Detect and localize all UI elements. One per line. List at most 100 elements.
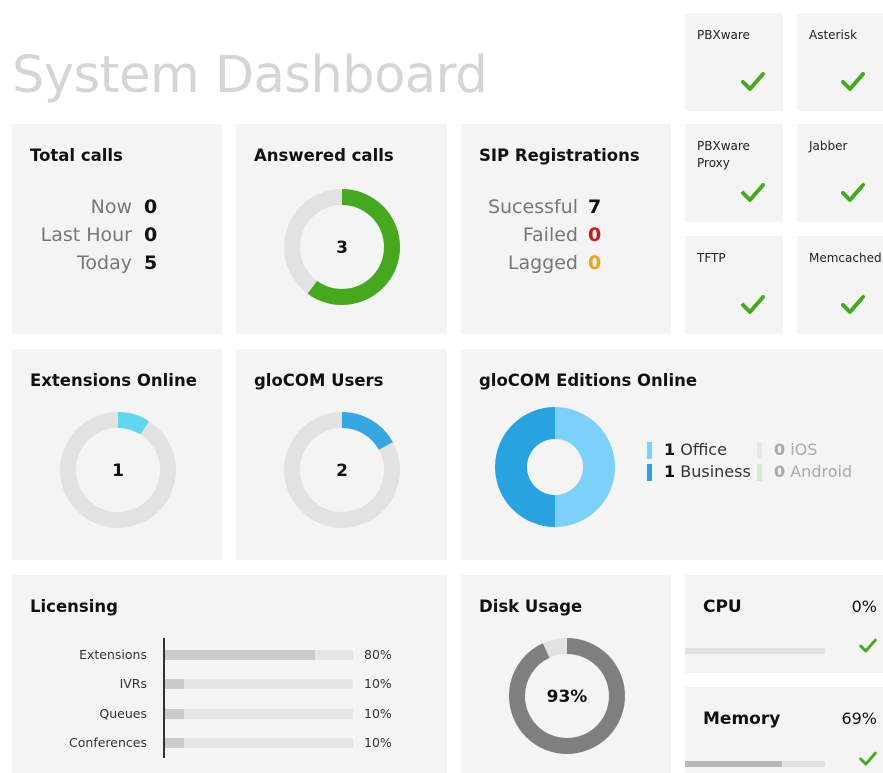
page-title: System Dashboard: [12, 46, 488, 105]
card-title: SIP Registrations: [479, 146, 640, 165]
answered-calls-donut: 3: [284, 189, 400, 305]
memory-meter-track: [685, 761, 825, 767]
glocom-editions-donut: [495, 407, 615, 527]
answered-calls-card[interactable]: Answered calls 3: [236, 124, 447, 334]
service-card-pbxware[interactable]: PBXware: [685, 13, 783, 111]
stat-row-successful: Sucessful 7: [461, 196, 671, 220]
service-name: Asterisk: [809, 28, 858, 42]
legend-label: iOS: [790, 440, 818, 459]
memory-value: 69%: [841, 709, 877, 728]
stat-label: Last Hour: [40, 224, 132, 246]
licensing-bar-track: [165, 650, 353, 660]
legend-count: 1: [664, 440, 676, 459]
disk-usage-donut: 93%: [509, 638, 625, 754]
service-name: PBXware Proxy: [697, 139, 750, 170]
licensing-label: Queues: [99, 706, 147, 721]
legend-label: Office: [680, 440, 727, 459]
legend-office: 1 Office: [647, 440, 727, 459]
legend-android: 0 Android: [757, 462, 852, 481]
stat-value: 5: [144, 252, 158, 274]
disk-usage-card[interactable]: Disk Usage 93%: [461, 575, 671, 773]
service-name: PBXware: [697, 28, 750, 42]
donut-value: 1: [112, 461, 124, 481]
stat-row-last-hour: Last Hour 0: [12, 224, 222, 248]
legend-swatch: [757, 442, 762, 459]
donut-slice-business: [495, 407, 555, 527]
card-title: Memory: [703, 709, 781, 729]
donut-value: 3: [336, 238, 348, 258]
stat-value: 0: [144, 224, 158, 246]
memory-card[interactable]: Memory 69%: [685, 687, 883, 773]
service-name: Jabber: [809, 139, 848, 153]
licensing-bar-track: [165, 679, 353, 689]
stat-row-failed: Failed 0: [461, 224, 671, 248]
legend-count: 1: [664, 462, 676, 481]
check-icon: [741, 295, 765, 314]
legend-count: 0: [774, 462, 786, 481]
licensing-bar-fill: [165, 650, 316, 660]
extensions-online-donut: 1: [60, 412, 176, 528]
glocom-editions-card[interactable]: gloCOM Editions Online 1 Office 0 iOS 1 …: [461, 349, 883, 560]
licensing-bar-track: [165, 738, 353, 748]
legend-swatch: [647, 464, 652, 481]
legend-label: Business: [680, 462, 751, 481]
check-icon: [841, 183, 865, 202]
memory-meter-fill: [685, 761, 782, 767]
licensing-value: 80%: [364, 647, 392, 662]
card-title: CPU: [703, 597, 742, 617]
stat-row-now: Now 0: [12, 196, 222, 220]
service-card-pbxware-proxy[interactable]: PBXware Proxy: [685, 124, 783, 222]
licensing-label: Extensions: [79, 647, 147, 662]
check-icon: [859, 638, 877, 653]
licensing-card[interactable]: Licensing Extensions 80% IVRs 10% Queues…: [12, 575, 447, 773]
stat-value: 0: [588, 252, 602, 274]
service-card-jabber[interactable]: Jabber: [797, 124, 883, 222]
stat-label: Today: [77, 252, 132, 274]
licensing-value: 10%: [364, 706, 392, 721]
service-card-memcached[interactable]: Memcached: [797, 236, 883, 334]
cpu-card[interactable]: CPU 0%: [685, 575, 883, 673]
cpu-value: 0%: [851, 597, 877, 616]
card-title: Licensing: [30, 597, 118, 616]
card-title: gloCOM Users: [254, 371, 384, 390]
legend-swatch: [647, 442, 652, 459]
stat-label: Lagged: [507, 252, 578, 274]
licensing-value: 10%: [364, 676, 392, 691]
licensing-value: 10%: [364, 735, 392, 750]
service-name: TFTP: [697, 251, 726, 265]
card-title: Total calls: [30, 146, 123, 165]
stat-row-lagged: Lagged 0: [461, 252, 671, 276]
card-title: Disk Usage: [479, 597, 583, 616]
stat-value: 0: [144, 196, 158, 218]
licensing-bar-fill: [165, 679, 184, 689]
card-title: Extensions Online: [30, 371, 197, 390]
legend-ios: 0 iOS: [757, 440, 817, 459]
check-icon: [841, 295, 865, 314]
stat-value: 7: [588, 196, 602, 218]
extensions-online-card[interactable]: Extensions Online 1: [12, 349, 222, 560]
stat-label: Sucessful: [487, 196, 578, 218]
sip-registrations-card[interactable]: SIP Registrations Sucessful 7 Failed 0 L…: [461, 124, 671, 334]
licensing-label: IVRs: [119, 676, 147, 691]
licensing-bar-track: [165, 709, 353, 719]
stat-row-today: Today 5: [12, 252, 222, 276]
donut-value: 2: [336, 461, 348, 481]
legend-count: 0: [774, 440, 786, 459]
stat-value: 0: [588, 224, 602, 246]
total-calls-card[interactable]: Total calls Now 0 Last Hour 0 Today 5: [12, 124, 222, 334]
card-title: gloCOM Editions Online: [479, 371, 698, 390]
glocom-users-card[interactable]: gloCOM Users 2: [236, 349, 447, 560]
check-icon: [741, 72, 765, 91]
card-title: Answered calls: [254, 146, 394, 165]
stat-label: Now: [90, 196, 132, 218]
licensing-label: Conferences: [69, 735, 147, 750]
donut-value: 93%: [547, 687, 588, 707]
legend-swatch: [757, 464, 762, 481]
stat-label: Failed: [522, 224, 578, 246]
licensing-bar-fill: [165, 709, 184, 719]
service-card-tftp[interactable]: TFTP: [685, 236, 783, 334]
check-icon: [841, 72, 865, 91]
service-card-asterisk[interactable]: Asterisk: [797, 13, 883, 111]
donut-slice-office: [555, 407, 615, 527]
check-icon: [741, 183, 765, 202]
